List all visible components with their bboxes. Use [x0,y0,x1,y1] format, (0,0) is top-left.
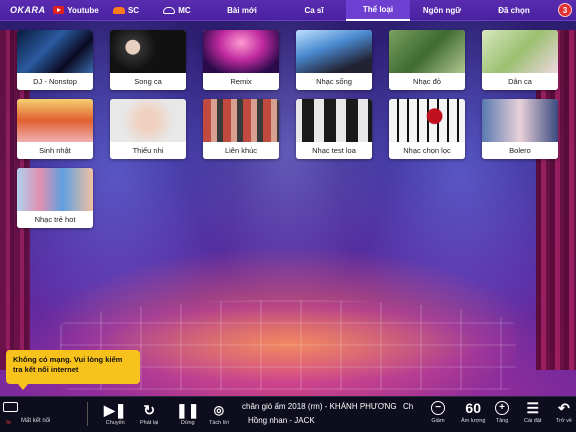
genre-thumbnail [17,30,93,73]
replay-label: Phát lại [140,420,159,426]
replay-icon: ↻ [143,402,156,418]
volume-value: 60 [465,400,481,416]
genre-label: Nhạc sống [296,73,372,90]
back-arrow-icon: ↶ [558,400,570,416]
menu-icon: ☰ [526,400,539,416]
genre-thumbnail [110,99,186,142]
genre-thumbnail [482,30,558,73]
genre-thumbnail [203,99,279,142]
genre-card-bolero[interactable]: Bolero [482,99,558,159]
next-label: Chuyển [105,420,125,426]
genre-label: Thiếu nhi [110,142,186,159]
genre-label: Liên khúc [203,142,279,159]
genre-card-nhac-song[interactable]: Nhạc sống [296,30,372,90]
replay-button[interactable]: ↻ Phát lại [140,403,158,426]
genre-label: Nhạc trẻ hot [17,211,93,228]
back-label: Trở về [556,418,572,424]
plus-icon: + [495,401,509,415]
genre-card-nhac-tre-hot[interactable]: Nhạc trẻ hot [17,168,93,228]
genre-card-nhac-do[interactable]: Nhạc đỏ [389,30,465,90]
genre-thumbnail [203,30,279,73]
settings-label: Cài đặt [524,418,542,424]
divider [87,402,88,426]
volume-up-button[interactable]: + Tăng [495,401,509,424]
genre-thumbnail [389,30,465,73]
wifi-off-icon: ≈ [6,417,11,427]
separate-vocals-button[interactable]: ◎ Tách lời [209,403,229,426]
network-status: Mất kết nối [21,418,51,424]
genre-label: Bolero [482,142,558,159]
up-next: Hồng nhan - JACK [248,416,315,425]
volume-down-button[interactable]: − Giảm [431,401,445,424]
genre-card-nhac-test-loa[interactable]: Nhạc test loa [296,99,372,159]
genre-card-song-ca[interactable]: Song ca [110,30,186,90]
genre-thumbnail [296,30,372,73]
skip-next-icon: ▶❚ [104,402,127,418]
volume-up-label: Tăng [495,418,509,424]
genre-thumbnail [17,168,93,211]
genre-label: DJ - Nonstop [17,73,93,90]
genre-label: Remix [203,73,279,90]
genre-card-dj-nonstop[interactable]: DJ - Nonstop [17,30,93,90]
genre-card-dan-ca[interactable]: Dân ca [482,30,558,90]
genre-card-lien-khuc[interactable]: Liên khúc [203,99,279,159]
genre-card-remix[interactable]: Remix [203,30,279,90]
genre-label: Nhạc đỏ [389,73,465,90]
genre-label: Song ca [110,73,186,90]
now-playing-tail: Ch [403,402,414,411]
eye-slash-icon: ◎ [213,403,225,417]
next-button[interactable]: ▶❚ Chuyển [104,403,127,426]
minus-icon: − [431,401,445,415]
genre-label: Nhạc chọn lọc [389,142,465,159]
back-button[interactable]: ↶ Trở về [556,401,572,424]
screen-toggle-button[interactable] [3,402,18,412]
genre-label: Nhạc test loa [296,142,372,159]
genre-card-thieu-nhi[interactable]: Thiếu nhi [110,99,186,159]
pause-button[interactable]: ❚❚ Dừng [176,403,199,426]
volume-down-label: Giảm [431,418,445,424]
screen-icon [3,402,18,412]
genre-label: Dân ca [482,73,558,90]
genre-thumbnail [110,30,186,73]
now-playing: chân gió ấm 2018 (rm) - KHÁNH PHƯƠNG [242,402,397,411]
volume-display: 60 Âm lượng [461,401,485,424]
genre-label: Sinh nhật [17,142,93,159]
settings-button[interactable]: ☰ Cài đặt [524,401,541,424]
separate-label: Tách lời [209,420,229,426]
genre-thumbnail [389,99,465,142]
genre-thumbnail [17,99,93,142]
genre-card-nhac-chon-loc[interactable]: Nhạc chọn lọc [389,99,465,159]
no-network-toast: Không có mạng. Vui lòng kiểm tra kết nối… [6,350,140,390]
volume-label: Âm lượng [461,418,486,424]
pause-label: Dừng [180,420,195,426]
genre-card-sinh-nhat[interactable]: Sinh nhật [17,99,93,159]
pause-icon: ❚❚ [176,402,200,418]
genre-thumbnail [296,99,372,142]
genre-thumbnail [482,99,558,142]
